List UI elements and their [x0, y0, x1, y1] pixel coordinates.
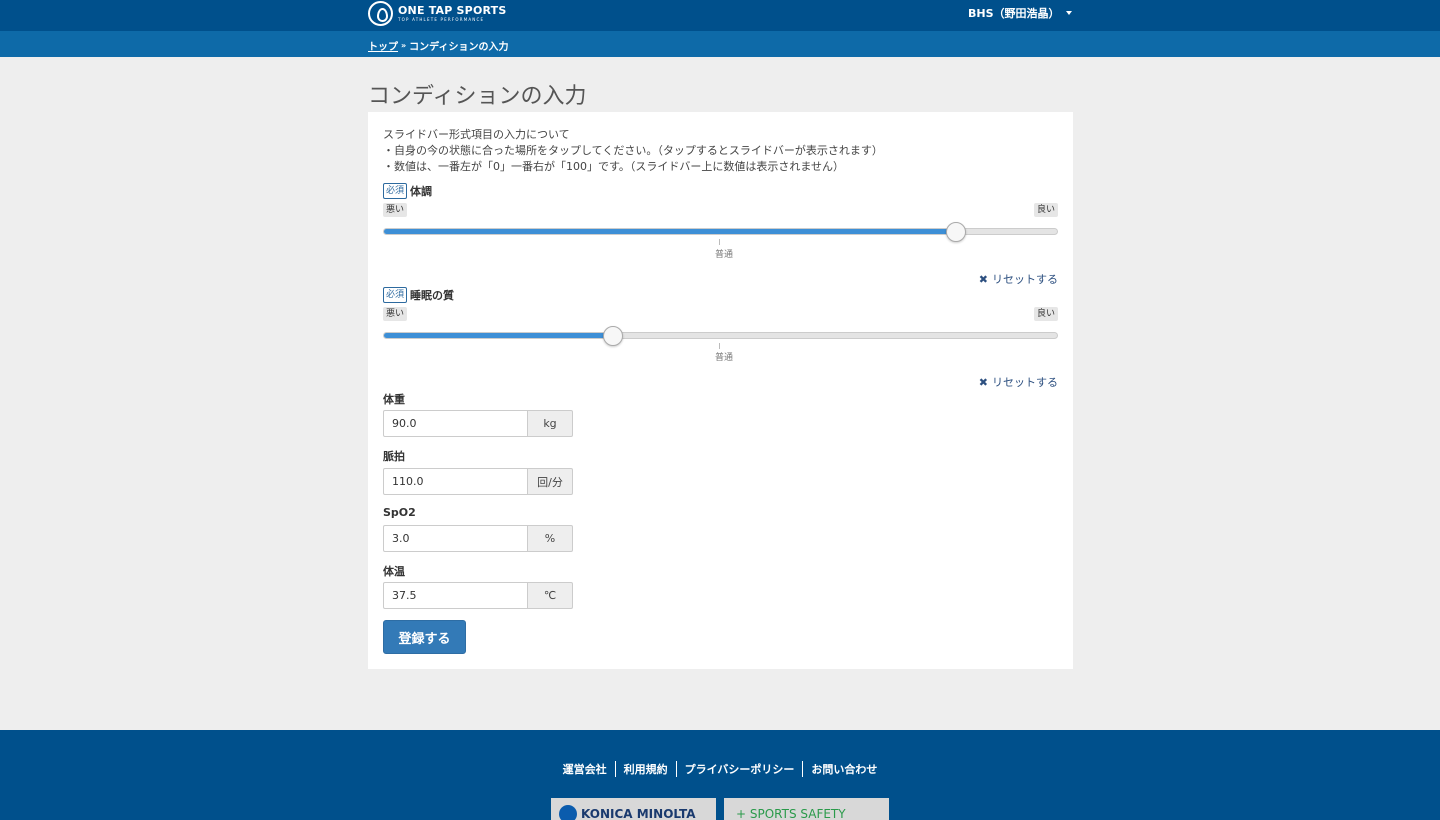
reset-condition-link[interactable]: ✖ リセットする [979, 271, 1058, 287]
slider-title: 睡眠の質 [410, 289, 455, 302]
footer: 運営会社 利用規約 プライバシーポリシー お問い合わせ KONICA MINOL… [0, 730, 1440, 820]
condition-form: スライドバー形式項目の入力について ・自身の今の状態に合った場所をタップしてくだ… [368, 112, 1073, 669]
slider-mid-label: 普通 [715, 353, 734, 363]
weight-unit: kg [528, 410, 573, 437]
breadcrumb-home-link[interactable]: トップ [368, 38, 398, 53]
sponsor-name: KONICA MINOLTA [581, 807, 696, 820]
temperature-unit: ℃ [528, 582, 573, 609]
caret-down-icon [1065, 11, 1072, 15]
sponsor-name: + SPORTS SAFETY [736, 807, 846, 820]
slider-mid-tick [719, 343, 720, 349]
slider-handle[interactable] [602, 326, 623, 346]
konica-minolta-logo[interactable]: KONICA MINOLTA [551, 798, 716, 820]
footer-link-terms[interactable]: 利用規約 [614, 761, 676, 777]
footer-links: 運営会社 利用規約 プライバシーポリシー お問い合わせ [0, 761, 1440, 777]
temperature-input-group: ℃ [383, 582, 573, 609]
sports-safety-logo[interactable]: + SPORTS SAFETY [724, 798, 889, 820]
spo2-label: SpO2 [383, 506, 416, 519]
logo-title: ONE TAP SPORTS [398, 3, 507, 17]
reset-sleep-link[interactable]: ✖ リセットする [979, 374, 1058, 390]
register-button[interactable]: 登録する [383, 620, 466, 654]
slider-fill [384, 229, 957, 234]
instructions-line: ・自身の今の状態に合った場所をタップしてください。（タップするとスライドバーが表… [383, 144, 883, 157]
scale-high-label: 良い [1033, 307, 1058, 321]
slider-fill [384, 333, 613, 338]
page-title: コンディションの入力 [368, 84, 587, 109]
pulse-unit: 回/分 [528, 468, 573, 495]
required-badge: 必須 [383, 183, 408, 199]
instructions-heading: スライドバー形式項目の入力について [383, 128, 570, 141]
spo2-unit: % [528, 525, 573, 552]
scale-high-label: 良い [1033, 203, 1058, 217]
condition-slider[interactable] [383, 222, 1058, 242]
weight-input-group: kg [383, 410, 573, 437]
spo2-input-group: % [383, 525, 573, 552]
slider-mid-label: 普通 [715, 250, 734, 260]
temperature-input[interactable] [383, 582, 528, 609]
footer-link-company[interactable]: 運営会社 [555, 761, 615, 777]
pulse-label: 脈拍 [383, 450, 405, 463]
logo-tagline: TOP ATHLETE PERFORMANCE [398, 16, 485, 22]
breadcrumb: トップ » コンディションの入力 [368, 38, 508, 53]
user-name: BHS（野田浩晶） [968, 7, 1060, 20]
close-icon: ✖ [978, 272, 988, 286]
breadcrumb-separator: » [401, 41, 407, 50]
reset-label: リセットする [992, 376, 1058, 389]
footer-link-contact[interactable]: お問い合わせ [802, 761, 885, 777]
slider-label-sleep: 必須 睡眠の質 [383, 287, 454, 303]
slider-instructions: スライドバー形式項目の入力について ・自身の今の状態に合った場所をタップしてくだ… [383, 127, 883, 175]
temperature-label: 体温 [383, 565, 405, 578]
breadcrumb-bar: トップ » コンディションの入力 [0, 31, 1440, 57]
instructions-line: ・数値は、一番左が「0」一番右が「100」です。（スライドバー上に数値は表示され… [383, 160, 845, 173]
pulse-input-group: 回/分 [383, 468, 573, 495]
globe-icon [559, 805, 577, 820]
slider-handle[interactable] [946, 222, 967, 242]
top-navbar: ONE TAP SPORTS TOP ATHLETE PERFORMANCE B… [0, 0, 1440, 31]
slider-mid-tick [719, 239, 720, 245]
sleep-quality-slider[interactable] [383, 326, 1058, 346]
breadcrumb-current: コンディションの入力 [409, 42, 509, 53]
app-logo[interactable]: ONE TAP SPORTS TOP ATHLETE PERFORMANCE [368, 0, 507, 26]
slider-label-condition: 必須 体調 [383, 183, 432, 199]
scale-low-label: 悪い [383, 203, 408, 217]
user-menu[interactable]: BHS（野田浩晶） [968, 5, 1072, 21]
required-badge: 必須 [383, 287, 408, 303]
close-icon: ✖ [978, 375, 988, 389]
scale-low-label: 悪い [383, 307, 408, 321]
slider-title: 体調 [410, 185, 433, 198]
pulse-input[interactable] [383, 468, 528, 495]
reset-label: リセットする [992, 273, 1058, 286]
logo-drop-icon [368, 0, 393, 26]
weight-input[interactable] [383, 410, 528, 437]
footer-link-privacy[interactable]: プライバシーポリシー [675, 761, 803, 777]
weight-label: 体重 [383, 393, 405, 406]
spo2-input[interactable] [383, 525, 528, 552]
